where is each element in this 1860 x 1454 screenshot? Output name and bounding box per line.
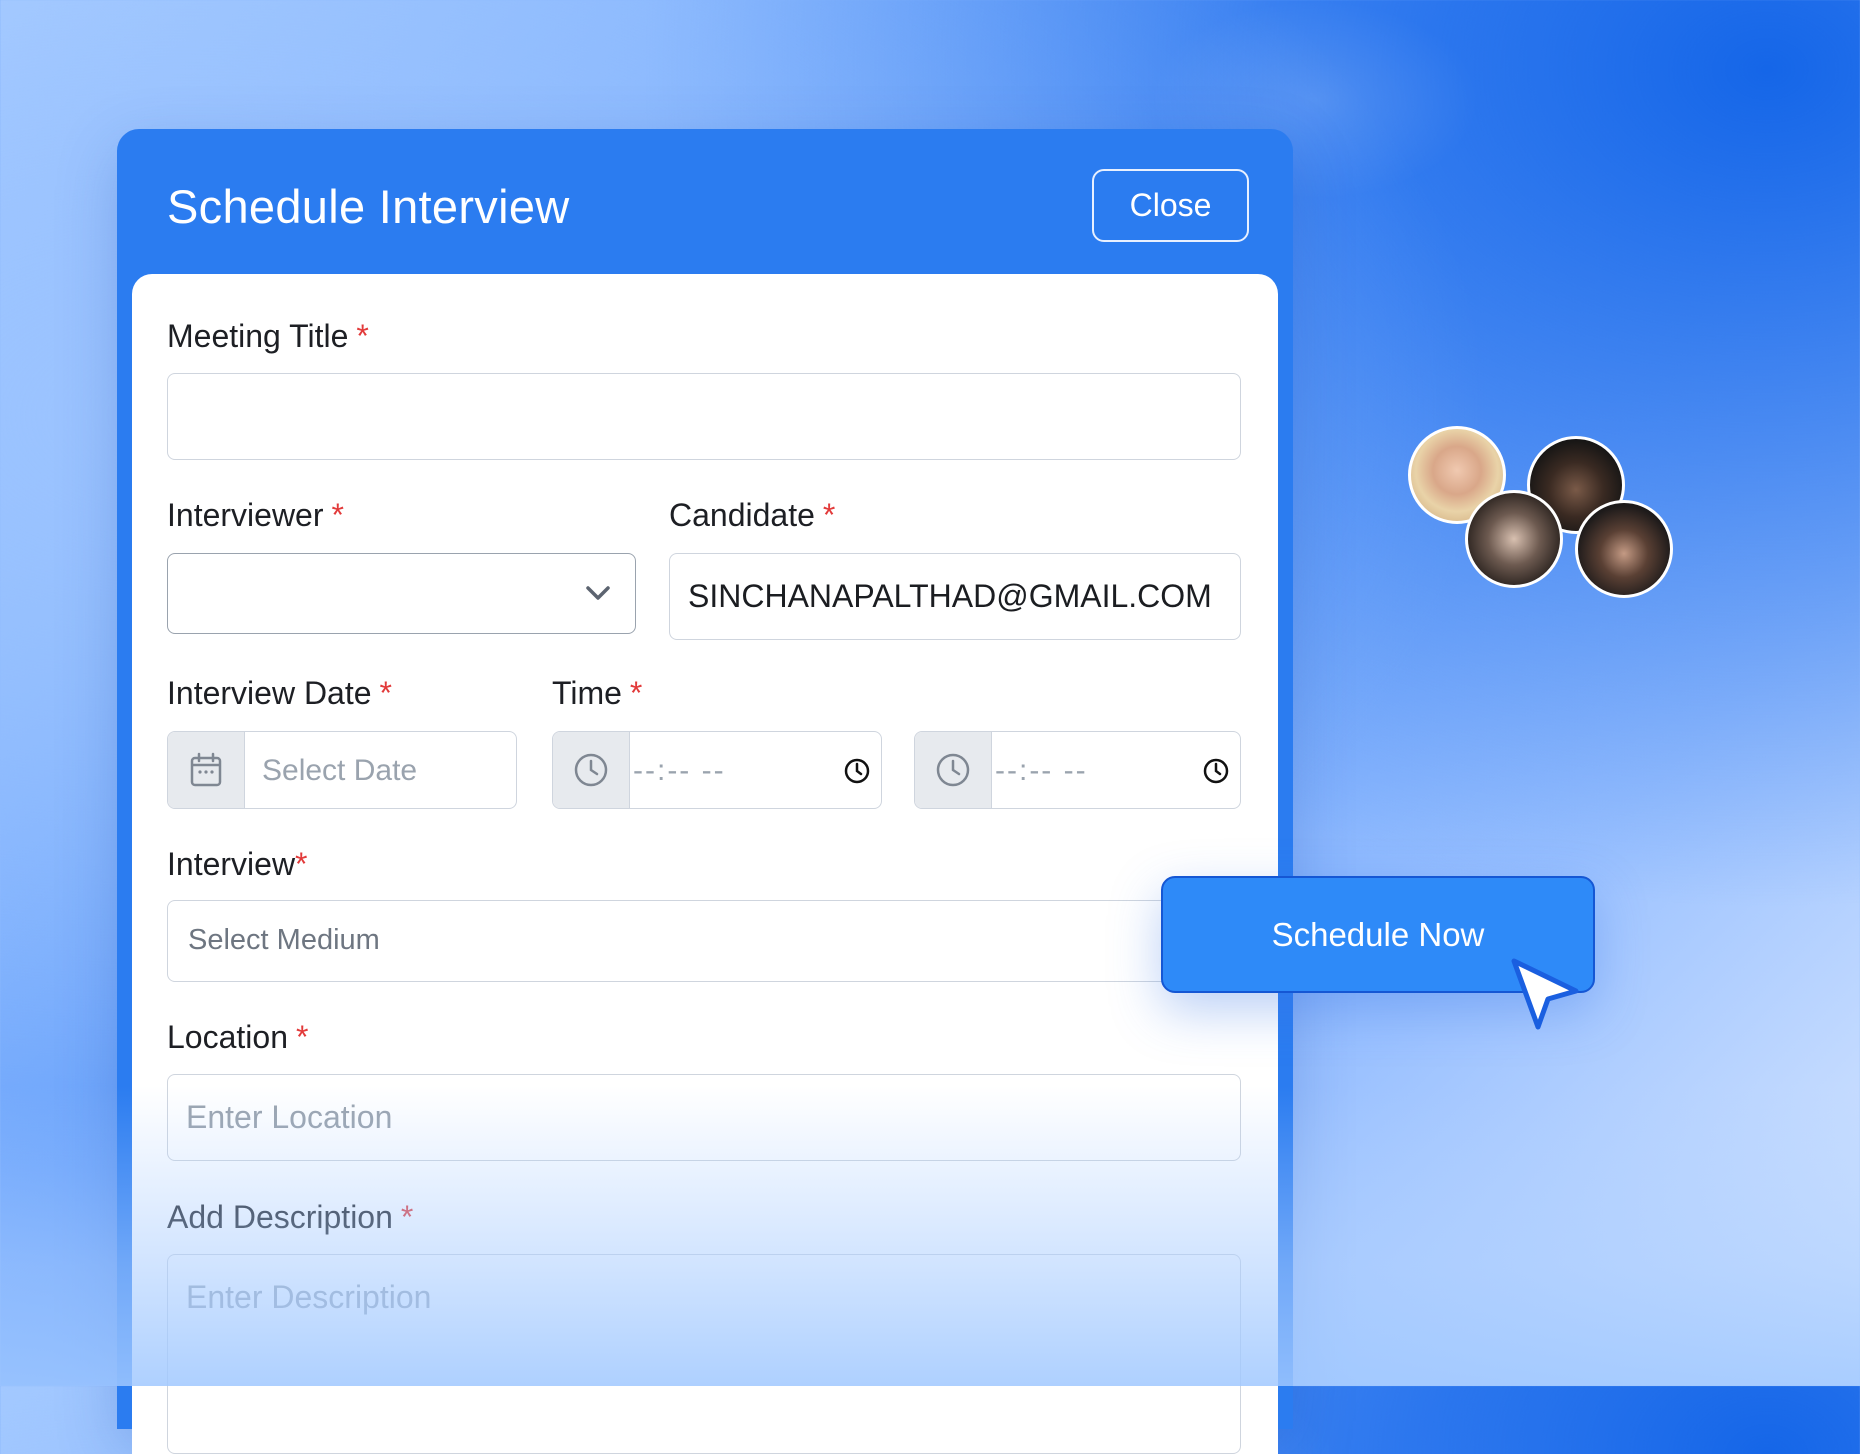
clock-picker-icon[interactable] (1202, 757, 1230, 785)
medium-placeholder: Select Medium (188, 924, 380, 956)
pointer-cursor-icon (1511, 958, 1579, 1030)
candidate-input[interactable]: SINCHANAPALTHAD@GMAIL.COM (669, 553, 1241, 640)
required-marker: * (295, 846, 308, 882)
start-time-input[interactable]: --:-- -- (552, 731, 882, 809)
avatar (1465, 490, 1563, 588)
time-addon (915, 732, 992, 808)
interview-medium-label: Interview* (167, 846, 308, 882)
interviewer-select[interactable] (167, 553, 636, 634)
start-time-placeholder: --:-- -- (633, 754, 726, 787)
description-textarea[interactable]: Enter Description (167, 1254, 1241, 1454)
form-panel: Meeting Title * Interviewer * Candidate * S… (132, 274, 1278, 1454)
end-time-input[interactable]: --:-- -- (914, 731, 1241, 809)
location-input[interactable]: Enter Location (167, 1074, 1241, 1161)
description-placeholder: Enter Description (186, 1279, 432, 1315)
interview-date-label: Interview Date * (167, 675, 392, 711)
chevron-down-icon (586, 586, 610, 600)
end-time-placeholder: --:-- -- (995, 754, 1088, 787)
required-marker: * (331, 497, 344, 533)
description-label: Add Description * (167, 1199, 414, 1235)
required-marker: * (295, 1019, 309, 1055)
required-marker: * (379, 675, 392, 711)
meeting-title-label: Meeting Title * (167, 318, 369, 354)
clock-icon (936, 753, 970, 787)
clock-picker-icon[interactable] (843, 757, 871, 785)
required-marker: * (822, 497, 836, 533)
location-placeholder: Enter Location (186, 1099, 393, 1135)
candidate-value: SINCHANAPALTHAD@GMAIL.COM (688, 578, 1212, 614)
close-button[interactable]: Close (1092, 169, 1249, 242)
time-addon (553, 732, 630, 808)
date-addon (168, 732, 245, 808)
interview-date-input[interactable]: Select Date (167, 731, 517, 809)
clock-icon (574, 753, 608, 787)
required-marker: * (356, 318, 369, 354)
calendar-icon (190, 752, 222, 787)
meeting-title-input[interactable] (167, 373, 1241, 460)
candidate-label: Candidate * (669, 497, 836, 533)
avatar (1575, 500, 1673, 598)
schedule-interview-modal: Schedule Interview Close Meeting Title * … (117, 129, 1293, 1454)
required-marker: * (629, 675, 643, 711)
modal-title: Schedule Interview (167, 180, 570, 233)
interview-medium-select[interactable]: Select Medium (167, 900, 1241, 982)
interviewer-label: Interviewer * (167, 497, 344, 533)
location-label: Location * (167, 1019, 309, 1055)
date-placeholder: Select Date (262, 754, 418, 787)
time-label: Time * (552, 675, 643, 711)
required-marker: * (400, 1199, 414, 1235)
